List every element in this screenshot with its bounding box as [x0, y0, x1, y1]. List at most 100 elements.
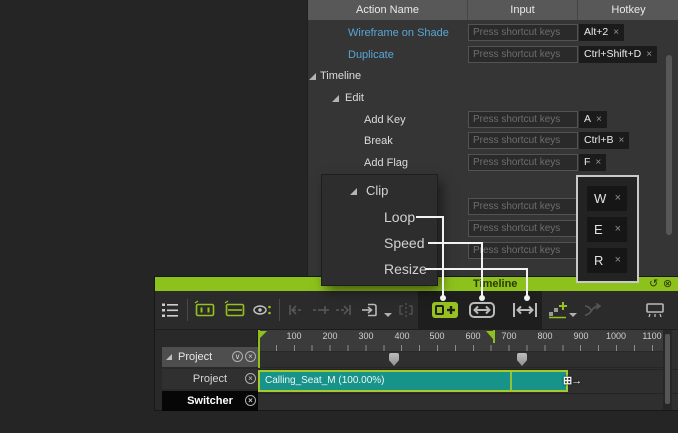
table-row[interactable]: Duplicate Ctrl+Shift+D× [308, 44, 678, 66]
timeline-clip[interactable]: Calling_Seat_M (100.00%) [258, 370, 568, 392]
ruler-ticks [258, 345, 660, 351]
hotkey-badge: R× [587, 248, 627, 273]
remove-track-icon[interactable]: × [245, 395, 256, 406]
timeline-ruler[interactable]: 0 100 200 300 400 500 600 700 800 900 10… [258, 330, 663, 352]
tree-group-label: Timeline [320, 65, 361, 87]
remove-hotkey-icon[interactable]: × [613, 27, 619, 38]
visibility-options-icon[interactable] [252, 300, 274, 320]
table-row[interactable]: Add Key A× [308, 109, 678, 131]
shortcut-input[interactable] [468, 154, 578, 171]
speed-clip-button[interactable] [468, 299, 496, 319]
shortcut-input[interactable] [468, 24, 578, 41]
tree-expanded-icon[interactable] [350, 188, 357, 195]
remove-hotkey-icon[interactable]: × [615, 186, 621, 211]
loop-clip-button[interactable] [431, 299, 459, 319]
track-list-icon[interactable] [160, 300, 180, 320]
shortcut-input[interactable] [468, 46, 578, 63]
ruler-label: 500 [419, 331, 455, 341]
tree-expanded-icon[interactable] [309, 73, 316, 80]
track-row-selected[interactable]: Switcher × [162, 391, 258, 411]
shortcut-input[interactable] [468, 198, 578, 215]
table-row[interactable]: Add Flag F× [308, 152, 678, 174]
playhead[interactable] [258, 330, 260, 368]
hotkey-badge: Alt+2× [579, 24, 624, 41]
action-name-label: Duplicate [348, 44, 394, 66]
tree-expanded-icon[interactable] [332, 95, 339, 102]
collapse-track-icon[interactable]: ∨ [232, 351, 243, 362]
callout-item-resize: Resize [384, 258, 427, 280]
track-group-row[interactable]: Project ∨ × [162, 347, 258, 367]
resize-clip-button[interactable] [511, 299, 539, 319]
dope-sheet-icon[interactable] [644, 300, 666, 320]
hotkey-magnifier-box: W× E× R× [576, 175, 639, 283]
marker-flag-pole [493, 330, 495, 343]
toolbar-separator [187, 299, 188, 321]
ruler-label: 1000 [598, 331, 634, 341]
break-link-icon-disabled[interactable] [583, 300, 605, 320]
range-handle[interactable] [389, 353, 399, 366]
track-label: Switcher [187, 395, 233, 407]
next-key-icon-disabled[interactable] [333, 300, 353, 320]
connector-dot-loop [440, 295, 446, 301]
ruler-label: 900 [563, 331, 599, 341]
vertical-scrollbar-thumb[interactable] [666, 55, 672, 235]
track-list: Project ∨ × Project × Switcher × [155, 330, 258, 410]
add-keyframe-dropdown-caret[interactable] [569, 313, 577, 317]
remove-hotkey-icon[interactable]: × [595, 157, 601, 168]
prev-key-icon-disabled[interactable] [286, 300, 306, 320]
shortcut-input[interactable] [468, 220, 578, 237]
remove-hotkey-icon[interactable]: × [646, 49, 652, 60]
connector-dot-resize [524, 295, 530, 301]
remove-hotkey-icon[interactable]: × [615, 248, 621, 273]
app-screen: Action Name Input Hotkey Wireframe on Sh… [0, 0, 678, 433]
remove-track-icon[interactable]: × [245, 351, 256, 362]
action-name-label: Add Key [364, 109, 406, 131]
clip-tree-callout: Clip Loop Speed Resize [322, 175, 437, 285]
shortcut-input[interactable] [468, 242, 578, 259]
shortcut-input[interactable] [468, 132, 578, 149]
range-handle[interactable] [517, 353, 527, 366]
split-clip-icon-disabled[interactable] [396, 300, 416, 320]
table-row[interactable]: Edit [308, 87, 678, 109]
remove-track-icon[interactable]: × [245, 373, 256, 384]
marker-row [258, 352, 663, 368]
hotkey-badge: Ctrl+B× [579, 132, 629, 149]
table-row[interactable]: Wireframe on Shade Alt+2× [308, 22, 678, 44]
tree-expanded-icon[interactable] [166, 354, 172, 360]
connector-line-resize [526, 268, 528, 298]
collapse-tracks-icon[interactable] [224, 300, 246, 320]
close-panel-icon[interactable]: ⊗ [663, 277, 672, 291]
shortcut-input[interactable] [468, 111, 578, 128]
undock-icon[interactable]: ↺ [649, 277, 658, 291]
hotkey-badge: W× [587, 186, 627, 211]
connector-line-loop [416, 216, 444, 218]
clip-label: Calling_Seat_M (100.00%) [265, 372, 385, 390]
ruler-label: 400 [384, 331, 420, 341]
remove-hotkey-icon[interactable]: × [596, 114, 602, 125]
track-row[interactable]: Project × [162, 369, 258, 389]
show-clips-icon[interactable] [194, 300, 216, 320]
ruler-label: 200 [312, 331, 348, 341]
action-name-label: Wireframe on Shade [348, 22, 449, 44]
hotkey-badge: E× [587, 217, 627, 242]
callout-item-speed: Speed [384, 232, 424, 254]
table-row[interactable]: Break Ctrl+B× [308, 130, 678, 152]
column-header-input: Input [468, 0, 578, 20]
add-keyframe-icon[interactable] [546, 300, 568, 320]
remove-hotkey-icon[interactable]: × [615, 217, 621, 242]
callout-group-label: Clip [366, 180, 388, 202]
import-clip-dropdown-caret[interactable] [384, 313, 392, 317]
callout-item-loop: Loop [384, 206, 415, 228]
add-key-icon-disabled[interactable] [310, 300, 330, 320]
connector-dot-speed [479, 295, 485, 301]
import-clip-icon[interactable] [360, 300, 380, 320]
scrollbar-thumb[interactable] [665, 334, 670, 404]
remove-hotkey-icon[interactable]: × [618, 135, 624, 146]
table-header: Action Name Input Hotkey [308, 0, 678, 20]
column-header-hotkey: Hotkey [578, 0, 678, 20]
timeline-vertical-scrollbar[interactable] [663, 330, 672, 410]
timeline-panel: Timeline ↺ ⊗ [155, 277, 678, 410]
table-row[interactable]: Timeline [308, 65, 678, 87]
clip-section-divider[interactable] [510, 372, 512, 390]
ruler-label: 300 [348, 331, 384, 341]
